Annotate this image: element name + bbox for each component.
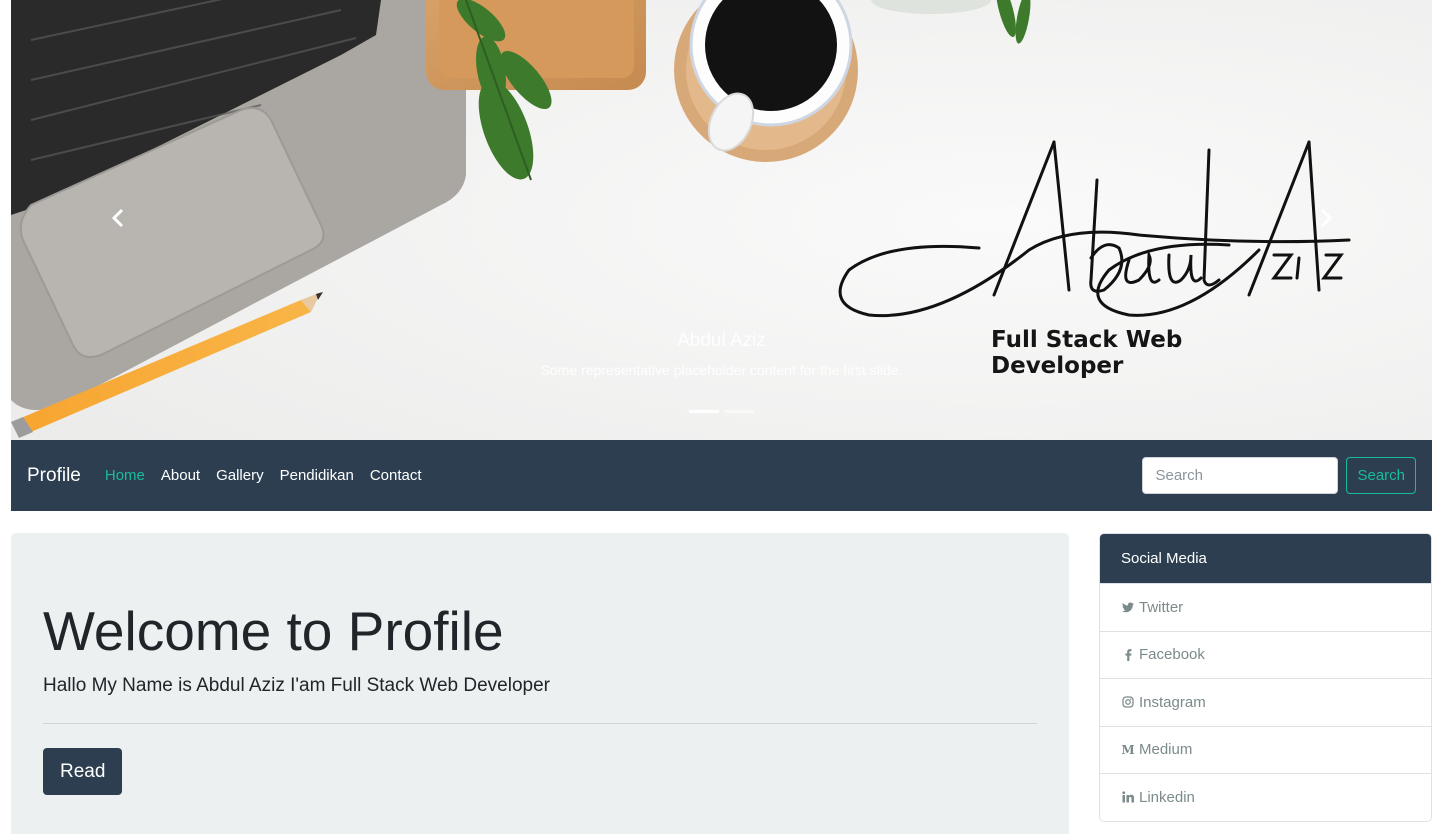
social-item-facebook[interactable]: Facebook xyxy=(1100,630,1431,678)
social-label-instagram: Instagram xyxy=(1139,693,1206,711)
caption-text: Some representative placeholder content … xyxy=(540,362,903,378)
caption-title: Abdul Aziz xyxy=(677,330,766,351)
nav-link-home[interactable]: Home xyxy=(105,467,145,484)
navbar-brand[interactable]: Profile xyxy=(27,465,81,487)
jumbotron-title: Welcome to Profile xyxy=(43,600,504,662)
social-label-medium: Medium xyxy=(1139,741,1193,759)
jumbotron-divider xyxy=(43,723,1037,724)
twitter-icon xyxy=(1121,600,1135,614)
nav-link-gallery[interactable]: Gallery xyxy=(216,467,264,484)
social-label-facebook: Facebook xyxy=(1139,646,1205,664)
chevron-left-icon xyxy=(111,208,124,228)
social-label-twitter: Twitter xyxy=(1139,598,1184,616)
social-item-twitter[interactable]: Twitter xyxy=(1100,583,1431,631)
carousel-indicator-1[interactable] xyxy=(689,410,719,413)
social-item-instagram[interactable]: Instagram xyxy=(1100,678,1431,726)
social-media-card: Social Media Twitter Facebook Instagram … xyxy=(1099,533,1432,822)
chevron-right-icon xyxy=(1320,208,1333,228)
welcome-jumbotron: Welcome to Profile Hallo My Name is Abdu… xyxy=(11,533,1069,834)
social-media-header: Social Media xyxy=(1100,534,1431,583)
carousel-prev-button[interactable] xyxy=(100,200,136,236)
medium-icon: M xyxy=(1121,742,1135,757)
read-button[interactable]: Read xyxy=(43,748,123,795)
social-item-linkedin[interactable]: Linkedin xyxy=(1100,773,1431,821)
nav-link-pendidikan[interactable]: Pendidikan xyxy=(280,467,354,484)
instagram-icon xyxy=(1121,695,1135,709)
hero-carousel: Full Stack Web Developer Abdul Aziz Some… xyxy=(11,0,1432,440)
social-label-linkedin: Linkedin xyxy=(1139,788,1195,806)
navbar: Profile Home About Gallery Pendidikan Co… xyxy=(11,440,1432,511)
search-button[interactable]: Search xyxy=(1346,457,1416,494)
nav-link-contact[interactable]: Contact xyxy=(370,467,422,484)
signature-logo xyxy=(838,140,1351,318)
nav-link-about[interactable]: About xyxy=(161,467,200,484)
carousel-indicators xyxy=(11,410,1432,413)
carousel-next-button[interactable] xyxy=(1308,200,1344,236)
facebook-icon xyxy=(1121,648,1135,662)
carousel-caption: Abdul Aziz Some representative placehold… xyxy=(11,330,1432,378)
carousel-indicator-2[interactable] xyxy=(724,410,754,413)
search-input[interactable] xyxy=(1142,457,1339,494)
linkedin-icon xyxy=(1121,790,1135,804)
social-item-medium[interactable]: M Medium xyxy=(1100,725,1431,773)
jumbotron-lead: Hallo My Name is Abdul Aziz I'am Full St… xyxy=(43,675,550,696)
